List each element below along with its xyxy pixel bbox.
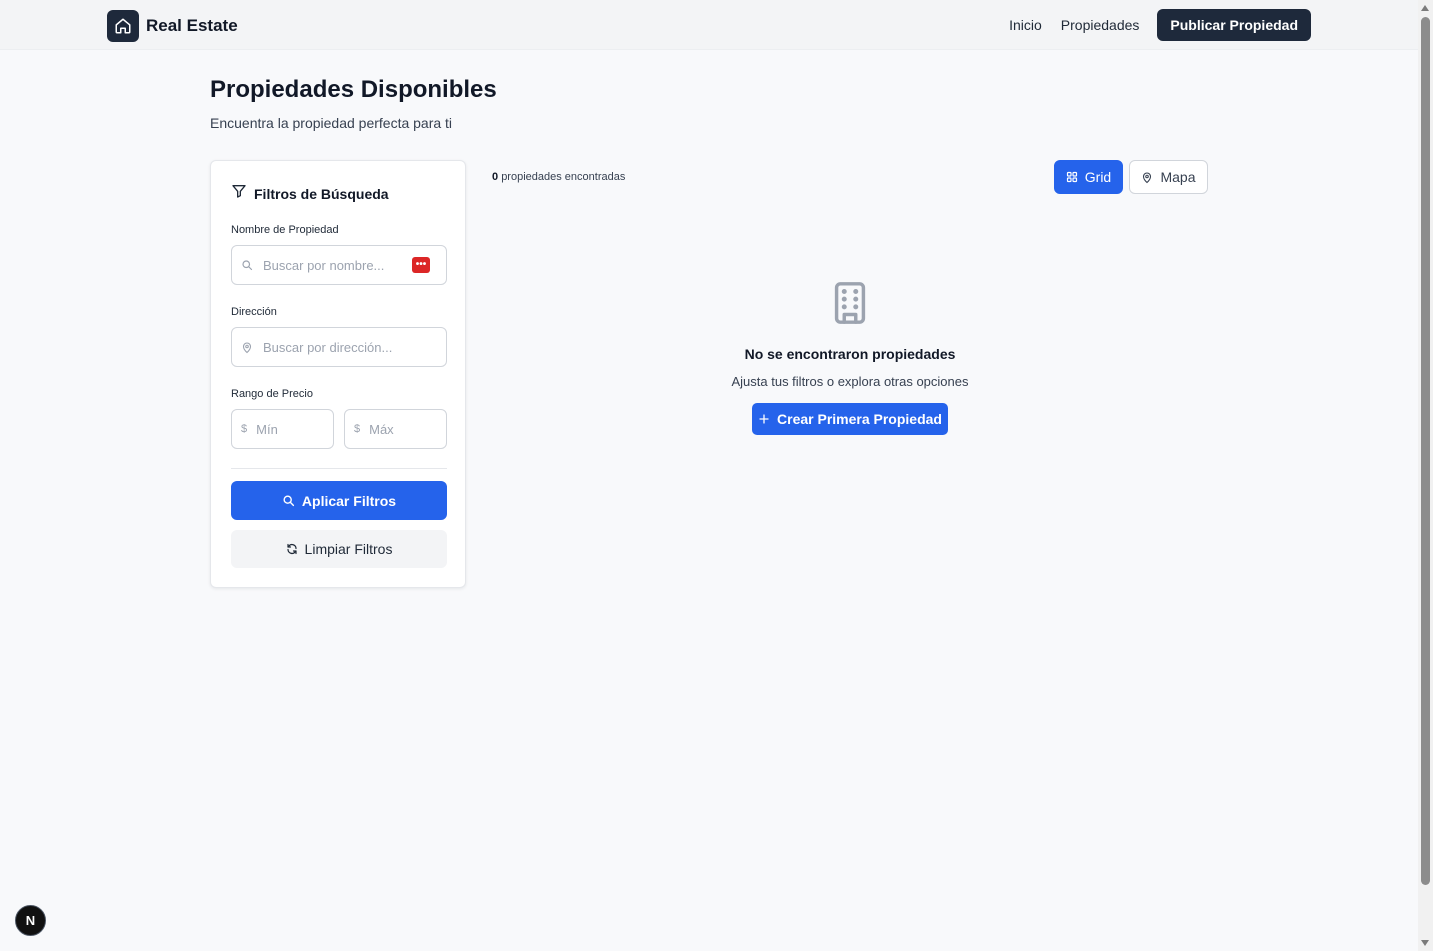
building-icon — [650, 280, 1050, 326]
filters-divider — [231, 468, 447, 469]
filter-icon — [231, 183, 247, 204]
clear-filters-label: Limpiar Filtros — [304, 541, 393, 557]
brand-link[interactable]: Real Estate — [107, 10, 238, 42]
page-subtitle: Encuentra la propiedad perfecta para ti — [210, 115, 453, 131]
filters-card: Filtros de Búsqueda Nombre de Propiedad … — [210, 160, 466, 588]
refresh-icon — [286, 543, 298, 555]
view-toggle: Grid Mapa — [1054, 160, 1208, 194]
address-field-label: Dirección — [231, 306, 277, 318]
create-first-property-label: Crear Primera Propiedad — [777, 411, 942, 427]
price-max-wrapper: $ — [344, 409, 447, 449]
map-pin-icon — [1141, 171, 1153, 184]
filters-header: Filtros de Búsqueda — [231, 183, 389, 204]
filters-title: Filtros de Búsqueda — [254, 185, 389, 202]
publish-property-button[interactable]: Publicar Propiedad — [1157, 9, 1311, 41]
empty-state-title: No se encontraron propiedades — [744, 346, 956, 362]
page-scrollbar[interactable] — [1418, 0, 1433, 951]
empty-state: No se encontraron propiedades Ajusta tus… — [650, 280, 1050, 435]
search-icon — [282, 494, 295, 507]
plus-icon — [758, 413, 770, 425]
view-map-button[interactable]: Mapa — [1129, 160, 1208, 194]
main-nav: Inicio Propiedades Publicar Propiedad — [1009, 9, 1311, 41]
price-min-input[interactable] — [256, 410, 333, 448]
results-count-label: propiedades encontradas — [501, 171, 626, 183]
grid-icon — [1066, 171, 1078, 183]
page: Real Estate Inicio Propiedades Publicar … — [0, 0, 1433, 951]
brand-name: Real Estate — [146, 16, 238, 35]
name-input-wrapper: ••• — [231, 245, 447, 285]
scrollbar-thumb[interactable] — [1421, 17, 1430, 885]
results-count-number: 0 — [492, 171, 499, 183]
search-icon — [241, 259, 253, 271]
create-first-property-button[interactable]: Crear Primera Propiedad — [752, 403, 948, 435]
clear-filters-button[interactable]: Limpiar Filtros — [231, 530, 447, 568]
view-grid-button[interactable]: Grid — [1054, 160, 1123, 194]
apply-filters-button[interactable]: Aplicar Filtros — [231, 481, 447, 520]
dollar-icon: $ — [241, 423, 248, 435]
top-navbar: Real Estate Inicio Propiedades Publicar … — [0, 0, 1418, 50]
dollar-icon: $ — [354, 423, 361, 435]
property-name-input[interactable] — [263, 246, 412, 284]
price-max-input[interactable] — [369, 410, 446, 448]
price-min-wrapper: $ — [231, 409, 334, 449]
empty-state-subtitle: Ajusta tus filtros o explora otras opcio… — [731, 374, 969, 389]
nav-link-inicio[interactable]: Inicio — [1009, 17, 1042, 33]
apply-filters-label: Aplicar Filtros — [301, 492, 397, 509]
page-title: Propiedades Disponibles — [210, 76, 497, 103]
map-pin-icon — [241, 341, 253, 354]
name-field-label: Nombre de Propiedad — [231, 224, 339, 236]
address-input[interactable] — [263, 328, 446, 366]
nextjs-logo-icon: N — [25, 913, 36, 928]
price-range-label: Rango de Precio — [231, 388, 313, 400]
home-icon — [107, 10, 139, 42]
nextjs-dev-indicator[interactable]: N — [15, 905, 46, 936]
scroll-up-arrow-icon[interactable] — [1421, 5, 1429, 11]
results-count: 0 propiedades encontradas — [492, 171, 625, 183]
scroll-down-arrow-icon[interactable] — [1421, 940, 1429, 946]
password-manager-icon[interactable]: ••• — [412, 257, 430, 273]
view-grid-label: Grid — [1084, 169, 1112, 185]
view-map-label: Mapa — [1160, 169, 1196, 185]
nav-link-propiedades[interactable]: Propiedades — [1061, 17, 1140, 33]
address-input-wrapper — [231, 327, 447, 367]
